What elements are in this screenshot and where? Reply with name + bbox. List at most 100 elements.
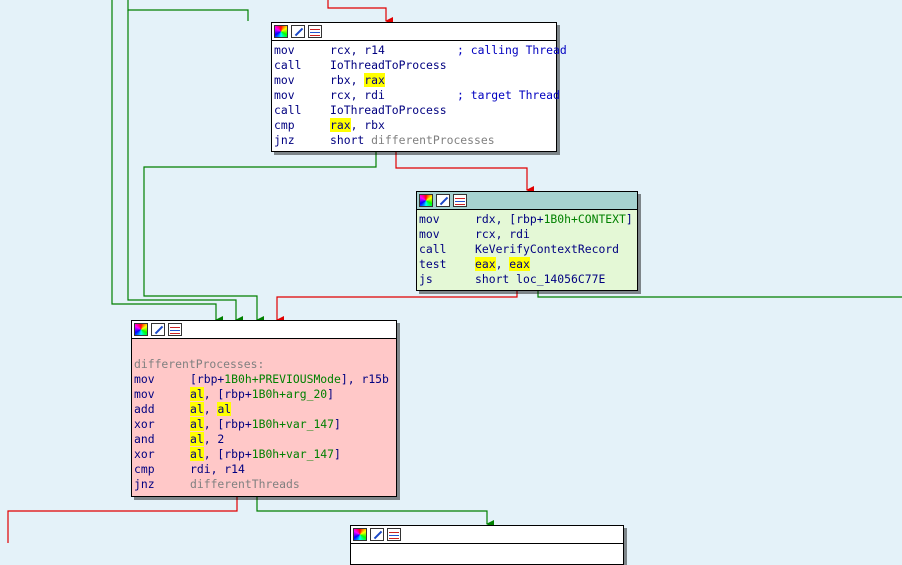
edit-pencil-icon[interactable]: [151, 323, 165, 336]
operand: ,: [203, 402, 218, 416]
operand: rax: [364, 73, 385, 87]
graph-view-icon[interactable]: [453, 194, 467, 207]
edge-block1-fallthrough: [395, 152, 534, 194]
block-header: [132, 321, 396, 339]
mnemonic: test: [419, 257, 447, 271]
edit-pencil-icon[interactable]: [370, 528, 384, 541]
instruction-line: mov rcx, rdi ; target Thread: [274, 88, 560, 103]
operand: al: [190, 402, 204, 416]
code-block-different-processes[interactable]: differentProcesses: mov [rbp+1B0h+PREVIOUS…: [131, 320, 397, 497]
operand: rdx, [rbp+: [475, 212, 544, 226]
code-block-calling-thread[interactable]: mov rcx, r14 ; calling Thread call IoThreadT…: [271, 22, 567, 152]
code-label: differentProcesses:: [134, 357, 265, 371]
operand: , rbx: [350, 118, 385, 132]
edge-block2-fallthrough: [276, 291, 518, 324]
block-header: [351, 526, 623, 544]
operand: , [rbp+: [203, 387, 252, 401]
mnemonic: mov: [419, 227, 440, 241]
operand: , [rbp+: [203, 417, 252, 431]
operand: 1B0h+PREVIOUSMode: [224, 372, 341, 386]
operand: rax: [330, 118, 351, 132]
edit-pencil-icon[interactable]: [436, 194, 450, 207]
operand: rbx,: [330, 73, 365, 87]
instruction-line: mov rcx, rdi: [419, 227, 637, 242]
instruction-line: jnz short differentProcesses: [274, 133, 556, 148]
instruction-line: xor al, [rbp+1B0h+var_147]: [134, 417, 396, 432]
mnemonic: mov: [419, 212, 440, 226]
instruction-line: cmp rax, rbx: [274, 118, 556, 133]
mnemonic: and: [134, 432, 155, 446]
color-palette-icon[interactable]: [274, 25, 288, 38]
operand: al: [217, 402, 232, 416]
instruction-line: xor al, [rbp+1B0h+var_147]: [134, 447, 396, 462]
mnemonic: call: [274, 58, 302, 72]
instruction-line: add al, al: [134, 402, 396, 417]
code-block-verify-context[interactable]: mov rdx, [rbp+1B0h+CONTEXT] mov rcx, rdi cal…: [416, 191, 638, 291]
comment: ; target Thread: [457, 88, 560, 102]
edge-block3-fallthrough: [7, 497, 238, 543]
block-code: differentProcesses: mov [rbp+1B0h+PREVIOUS…: [132, 339, 396, 492]
operand: ]: [327, 387, 335, 401]
instruction-line: cmp rdi, r14: [134, 462, 396, 477]
operand: ]: [625, 212, 633, 226]
graph-view-icon[interactable]: [168, 323, 182, 336]
block-code: mov rdx, [rbp+1B0h+CONTEXT] mov rcx, rdi cal…: [417, 210, 637, 287]
operand: 1B0h+arg_20: [251, 387, 328, 401]
comment: ; calling Thread: [457, 43, 567, 57]
edit-pencil-icon[interactable]: [291, 25, 305, 38]
instruction-line: call KeVerifyContextRecord: [419, 242, 637, 257]
operand: rcx, rdi: [330, 88, 385, 102]
mnemonic: xor: [134, 447, 155, 461]
operand: short: [330, 133, 372, 147]
mnemonic: mov: [274, 73, 295, 87]
block-header: [417, 192, 637, 210]
operand: ]: [334, 447, 341, 461]
mnemonic: jnz: [274, 133, 295, 147]
operand: 1B0h+CONTEXT: [543, 212, 626, 226]
operand: , [rbp+: [203, 447, 252, 461]
mnemonic: mov: [274, 88, 295, 102]
operand: IoThreadToProcess: [330, 103, 447, 117]
edge-block2-taken: [537, 291, 902, 298]
instruction-line: and al, 2: [134, 432, 396, 447]
edge-block1-taken: [143, 152, 377, 324]
code-block-next[interactable]: [350, 525, 624, 565]
operand: 1B0h+var_147: [251, 417, 335, 431]
mnemonic: add: [134, 402, 155, 416]
operand: 1B0h+var_147: [251, 447, 335, 461]
edge-into-block-1: [327, 0, 393, 25]
operand: al: [190, 417, 204, 431]
operand: al: [190, 387, 204, 401]
graph-view-icon[interactable]: [387, 528, 401, 541]
instruction-line: mov rdx, [rbp+1B0h+CONTEXT]: [419, 212, 637, 227]
instruction-line: mov rcx, r14 ; calling Thread: [274, 43, 567, 58]
operand: ]: [334, 417, 341, 431]
graph-view-icon[interactable]: [308, 25, 322, 38]
block-code: mov rcx, r14 ; calling Thread call IoThreadT…: [272, 41, 567, 148]
instruction-line: mov [rbp+1B0h+PREVIOUSMode], r15b: [134, 372, 396, 387]
mnemonic: mov: [134, 372, 155, 386]
color-palette-icon[interactable]: [134, 323, 148, 336]
operand: rcx, r14: [330, 43, 385, 57]
instruction-line: call IoThreadToProcess: [274, 58, 556, 73]
instruction-line: js short loc_14056C77E: [419, 272, 637, 287]
instruction-line: jnz differentThreads: [134, 477, 396, 492]
operand: [rbp+: [190, 372, 225, 386]
mnemonic: call: [274, 103, 302, 117]
operand: KeVerifyContextRecord: [475, 242, 620, 256]
operand: , 2: [203, 432, 225, 446]
operand: al: [190, 432, 204, 446]
color-palette-icon[interactable]: [353, 528, 367, 541]
operand: short loc_14056C77E: [475, 272, 606, 286]
mnemonic: xor: [134, 417, 155, 431]
mnemonic: mov: [134, 387, 155, 401]
operand: differentProcesses: [371, 133, 495, 147]
edge-block3-taken: [256, 497, 494, 528]
color-palette-icon[interactable]: [419, 194, 433, 207]
mnemonic: jnz: [134, 477, 155, 491]
block-header: [272, 23, 556, 41]
instruction-line: mov rbx, rax: [274, 73, 556, 88]
operand: rcx, rdi: [475, 227, 530, 241]
operand: eax: [475, 257, 496, 271]
instruction-line: call IoThreadToProcess: [274, 103, 556, 118]
